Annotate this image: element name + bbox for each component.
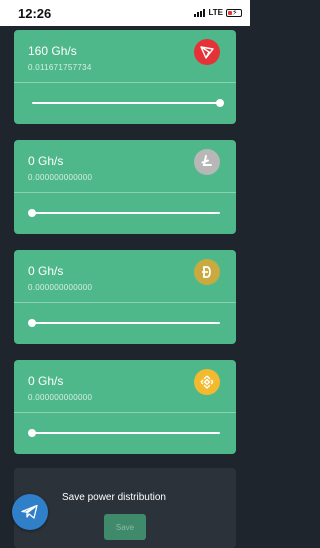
- status-indicators: LTE ⚡: [194, 8, 242, 17]
- power-slider[interactable]: [32, 99, 224, 107]
- coin-card-litecoin: 0 Gh/s 0.000000000000: [14, 140, 236, 234]
- status-bar: 12:26 LTE ⚡: [0, 0, 250, 26]
- hashrate-value: 0 Gh/s: [28, 154, 64, 168]
- coin-card-binance: 0 Gh/s 0.000000000000: [14, 360, 236, 454]
- slider-thumb[interactable]: [28, 319, 36, 327]
- power-slider[interactable]: [28, 429, 220, 437]
- save-panel-title: Save power distribution: [62, 492, 166, 503]
- power-slider[interactable]: [28, 209, 220, 217]
- card-divider: [14, 412, 236, 413]
- slider-thumb[interactable]: [28, 209, 36, 217]
- slider-thumb[interactable]: [216, 99, 224, 107]
- litecoin-icon: [194, 149, 220, 175]
- card-divider: [14, 82, 236, 83]
- hashrate-value: 0 Gh/s: [28, 374, 64, 388]
- card-divider: [14, 302, 236, 303]
- signal-icon: [194, 8, 206, 17]
- telegram-icon: [21, 504, 38, 519]
- save-button[interactable]: Save: [104, 514, 146, 540]
- coin-card-dogecoin: 0 Gh/s 0.000000000000: [14, 250, 236, 344]
- mined-amount: 0.000000000000: [28, 393, 93, 402]
- mined-amount: 0.000000000000: [28, 283, 93, 292]
- binance-icon: [194, 369, 220, 395]
- telegram-button[interactable]: [12, 494, 48, 530]
- hashrate-value: 160 Gh/s: [28, 44, 77, 58]
- slider-thumb[interactable]: [28, 429, 36, 437]
- card-divider: [14, 192, 236, 193]
- tron-icon: [194, 39, 220, 65]
- hashrate-value: 0 Gh/s: [28, 264, 64, 278]
- coin-card-tron: 160 Gh/s 0.011671757734: [14, 30, 236, 124]
- mined-amount: 0.000000000000: [28, 173, 93, 182]
- power-slider[interactable]: [28, 319, 220, 327]
- battery-icon: ⚡: [226, 8, 242, 17]
- status-time: 12:26: [18, 6, 52, 21]
- dogecoin-icon: [194, 259, 220, 285]
- mined-amount: 0.011671757734: [28, 63, 92, 72]
- network-type: LTE: [208, 8, 223, 17]
